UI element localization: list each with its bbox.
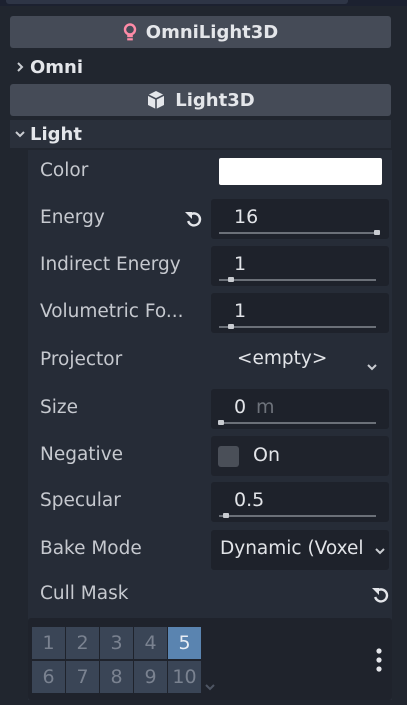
bake-mode-label: Bake Mode xyxy=(40,538,142,559)
indirect-energy-slider-track xyxy=(219,279,376,281)
specular-slider-track xyxy=(219,515,376,517)
layer-cell-7[interactable]: 7 xyxy=(66,661,99,693)
energy-slider-track xyxy=(219,232,376,234)
layer-cell-2[interactable]: 2 xyxy=(66,627,99,659)
vertical-ellipsis-icon[interactable] xyxy=(374,647,384,677)
energy-spinslider[interactable]: 16 xyxy=(211,199,389,239)
cull-mask-label: Cull Mask xyxy=(40,583,129,604)
negative-label: Negative xyxy=(40,444,124,465)
chevron-down-icon[interactable] xyxy=(204,677,216,696)
specular-label: Specular xyxy=(40,490,121,511)
indirect-energy-label: Indirect Energy xyxy=(40,254,181,275)
section-light-label: Light xyxy=(30,123,82,145)
section-light[interactable]: Light xyxy=(10,120,391,148)
revert-icon[interactable] xyxy=(183,209,205,229)
negative-checkbox-label: On xyxy=(253,444,280,466)
chevron-down-icon xyxy=(370,542,389,560)
bake-mode-value: Dynamic (Voxel xyxy=(220,538,364,559)
size-spinslider[interactable]: 0 m xyxy=(211,389,389,429)
chevron-down-icon xyxy=(366,356,378,377)
volumetric-fog-slider-track xyxy=(219,326,376,328)
layer-cell-9[interactable]: 9 xyxy=(134,661,167,693)
size-slider-track xyxy=(219,422,376,424)
color-picker-button[interactable] xyxy=(219,158,382,185)
section-omni[interactable]: Omni xyxy=(10,53,391,81)
section-omni-label: Omni xyxy=(30,56,84,78)
indirect-energy-spinslider[interactable]: 1 xyxy=(211,246,389,286)
light3d-header-label: Light3D xyxy=(175,89,255,111)
specular-spinslider[interactable]: 0.5 xyxy=(211,482,389,522)
indirect-energy-value: 1 xyxy=(234,253,247,275)
size-label: Size xyxy=(40,397,78,418)
volumetric-fog-value: 1 xyxy=(234,300,247,322)
projector-resource-picker[interactable]: <empty> xyxy=(219,343,389,379)
color-label: Color xyxy=(40,160,89,181)
size-value: 0 xyxy=(234,396,247,418)
lightbulb-icon xyxy=(123,23,137,41)
volumetric-fog-slider-grabber[interactable] xyxy=(228,324,234,329)
negative-checkbox[interactable] xyxy=(218,446,239,467)
projector-label: Projector xyxy=(40,349,123,370)
omnilight3d-header[interactable]: OmniLight3D xyxy=(10,16,391,48)
size-unit: m xyxy=(256,396,275,418)
energy-slider-grabber[interactable] xyxy=(374,230,380,235)
light3d-header[interactable]: Light3D xyxy=(10,84,391,116)
size-slider-grabber[interactable] xyxy=(218,420,224,425)
layer-cell-3[interactable]: 3 xyxy=(100,627,133,659)
layer-cell-1[interactable]: 1 xyxy=(32,627,65,659)
indirect-energy-slider-grabber[interactable] xyxy=(228,277,234,282)
omnilight3d-header-label: OmniLight3D xyxy=(145,21,279,43)
volumetric-fog-spinslider[interactable]: 1 xyxy=(211,293,389,333)
bake-mode-dropdown[interactable]: Dynamic (Voxel xyxy=(211,530,389,570)
chevron-right-icon xyxy=(10,61,30,73)
projector-value: <empty> xyxy=(237,348,328,369)
cube-icon xyxy=(146,90,166,110)
cull-mask-layer-grid: 1 2 3 4 5 6 7 8 9 10 xyxy=(32,627,201,693)
volumetric-fog-energy-label: Volumetric Fo... xyxy=(40,301,184,322)
layer-cell-6[interactable]: 6 xyxy=(32,661,65,693)
energy-value: 16 xyxy=(234,206,259,228)
specular-slider-grabber[interactable] xyxy=(223,513,229,518)
chevron-down-icon xyxy=(10,129,30,139)
layer-cell-8[interactable]: 8 xyxy=(100,661,133,693)
layer-cell-10[interactable]: 10 xyxy=(168,661,201,693)
top-tab xyxy=(6,0,348,4)
energy-label: Energy xyxy=(40,207,105,228)
revert-icon[interactable] xyxy=(370,585,392,605)
layer-cell-5[interactable]: 5 xyxy=(168,627,201,659)
specular-value: 0.5 xyxy=(234,489,265,511)
layer-cell-4[interactable]: 4 xyxy=(134,627,167,659)
